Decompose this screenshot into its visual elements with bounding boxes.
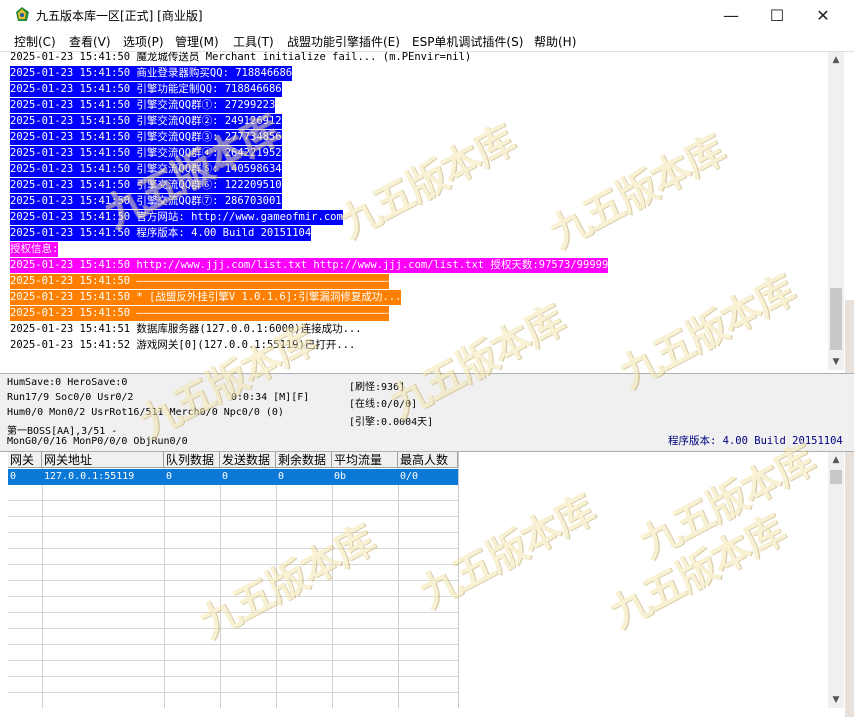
grid-cell[interactable]: 127.0.0.1:55119 <box>42 469 164 485</box>
grid-row-divider <box>8 516 458 517</box>
log-line: 授权信息: <box>10 242 59 257</box>
grid-scroll-down-icon[interactable]: ▼ <box>828 692 844 708</box>
log-line: 2025-01-23 15:41:50 引擎功能定制QQ: 718846686 <box>10 82 282 97</box>
grid-row-divider <box>8 692 458 693</box>
log-line: 2025-01-23 15:41:50 商业登录器购买QQ: 718846686 <box>10 66 293 81</box>
log-line: 2025-01-23 15:41:50 引擎交流QQ群⑤: 140598634 <box>10 162 282 177</box>
grid-col-divider <box>164 468 165 708</box>
grid-header-2[interactable]: 队列数据 <box>164 452 220 468</box>
close-icon: ✕ <box>816 6 830 25</box>
grid-cell[interactable]: 0 <box>164 469 220 485</box>
grid-row-divider <box>8 644 458 645</box>
grid-row-divider <box>8 612 458 613</box>
app-icon <box>16 7 29 21</box>
log-line: 2025-01-23 15:41:50 ————————————————————… <box>10 306 390 321</box>
maximize-button[interactable]: ☐ <box>754 0 800 31</box>
title-bar: 九五版本库一区[正式] [商业版] — ☐ ✕ <box>0 0 854 31</box>
grid-col-divider <box>220 468 221 708</box>
log-line: 2025-01-23 15:41:52 游戏网关[0](127.0.0.1:55… <box>10 339 356 351</box>
menu-control[interactable]: 控制(C) <box>14 33 56 50</box>
gateway-grid[interactable]: 网关 网关地址 队列数据 发送数据 剩余数据 平均流量 最高人数 0 127.0.0.1:551… <box>8 452 828 708</box>
log-line: 2025-01-23 15:41:50 程序版本: 4.00 Build 201… <box>10 226 312 241</box>
menu-view[interactable]: 查看(V) <box>69 33 111 50</box>
grid-col-divider <box>332 468 333 708</box>
grid-scrollbar[interactable]: ▲ ▼ <box>828 452 844 708</box>
status-timer: 0:0:34 [M][F] <box>231 392 310 403</box>
grid-row-divider <box>8 500 458 501</box>
grid-row-divider <box>8 628 458 629</box>
minimize-icon: — <box>723 6 739 25</box>
menu-engine-plugin[interactable]: 战盟功能引擎插件(E) <box>287 33 400 50</box>
log-line: 2025-01-23 15:41:50 引擎交流QQ群③: 277734856 <box>10 130 282 145</box>
grid-col-divider <box>398 468 399 708</box>
grid-row-divider <box>8 532 458 533</box>
log-line: 2025-01-23 15:41:50 官方网站: http://www.gam… <box>10 210 343 225</box>
status-boss: 第一BOSS[AA],3/51 - <box>7 426 118 437</box>
status-online: [在线:0/0/0] <box>349 399 418 410</box>
desktop-background-right <box>845 300 854 717</box>
status-engine: [引擎:0.0004天] <box>349 417 434 428</box>
log-line: 2025-01-23 15:41:50 引擎交流QQ群⑥: 122209510 <box>10 178 282 193</box>
grid-row-divider <box>8 580 458 581</box>
menu-options[interactable]: 选项(P) <box>123 33 164 50</box>
log-line: 2025-01-23 15:41:50 引擎交流QQ群②: 249126912 <box>10 114 282 129</box>
menu-tools[interactable]: 工具(T) <box>233 33 274 50</box>
grid-row-divider <box>8 548 458 549</box>
scroll-down-icon[interactable]: ▼ <box>828 354 844 370</box>
grid-header-0[interactable]: 网关 <box>8 452 42 468</box>
log-scrollbar[interactable]: ▲ ▼ <box>828 52 844 370</box>
grid-row-divider <box>8 564 458 565</box>
log-line: 2025-01-23 15:41:50 ————————————————————… <box>10 274 390 289</box>
status-version: 程序版本: 4.00 Build 20151104 <box>668 435 843 447</box>
grid-scroll-thumb[interactable] <box>830 470 842 484</box>
grid-cell[interactable]: 0b <box>332 469 398 485</box>
log-line: 2025-01-23 15:41:50 引擎交流QQ群①: 27299223 <box>10 98 276 113</box>
status-run: Run17/9 Soc0/0 Usr0/2 <box>7 392 134 403</box>
grid-cell[interactable]: 0/0 <box>398 469 458 485</box>
grid-col-divider <box>42 468 43 708</box>
grid-header-3[interactable]: 发送数据 <box>220 452 276 468</box>
grid-cell[interactable]: 0 <box>8 469 42 485</box>
grid-row-divider <box>8 596 458 597</box>
grid-header-4[interactable]: 剩余数据 <box>276 452 332 468</box>
close-button[interactable]: ✕ <box>800 0 846 31</box>
log-view[interactable]: 2025-01-23 15:41:50 魔龙城传送员 Merchant init… <box>6 52 828 370</box>
log-line: 2025-01-23 15:41:50 http://www.jjj.com/l… <box>10 258 609 273</box>
minimize-button[interactable]: — <box>708 0 754 31</box>
log-line: 2025-01-23 15:41:51 数据库服务器(127.0.0.1:600… <box>10 323 362 335</box>
menu-help[interactable]: 帮助(H) <box>534 33 576 50</box>
grid-header-1[interactable]: 网关地址 <box>42 452 164 468</box>
grid-header-6[interactable]: 最高人数 <box>398 452 458 468</box>
log-line: 2025-01-23 15:41:50 引擎交流QQ群⑦: 286703001 <box>10 194 282 209</box>
log-line: 2025-01-23 15:41:50 * [战盟反外挂引擎V 1.0.1.6]… <box>10 290 402 305</box>
grid-scroll-up-icon[interactable]: ▲ <box>828 452 844 468</box>
log-scroll-thumb[interactable] <box>830 288 842 350</box>
status-mon: MonG0/0/16 MonP0/0/0 ObjRun0/0 <box>7 436 188 447</box>
menu-bar: 控制(C) 查看(V) 选项(P) 管理(M) 工具(T) 战盟功能引擎插件(E… <box>0 31 854 52</box>
grid-col-divider <box>276 468 277 708</box>
grid-cell[interactable]: 0 <box>276 469 332 485</box>
status-refresh: [刷怪:936] <box>349 382 406 393</box>
grid-cell[interactable]: 0 <box>220 469 276 485</box>
menu-manage[interactable]: 管理(M) <box>175 33 219 50</box>
grid-header-5[interactable]: 平均流量 <box>332 452 398 468</box>
maximize-icon: ☐ <box>769 6 785 25</box>
grid-row-divider <box>8 660 458 661</box>
status-counts: Hum0/0 Mon0/2 UsrRot16/511 Merch0/0 Npc0… <box>7 407 284 418</box>
log-line: 2025-01-23 15:41:50 引擎交流QQ群④: 264221952 <box>10 146 282 161</box>
window-title: 九五版本库一区[正式] [商业版] <box>36 9 203 23</box>
scroll-up-icon[interactable]: ▲ <box>828 52 844 68</box>
menu-esp-plugin[interactable]: ESP单机调试插件(S) <box>412 33 523 50</box>
status-save: HumSave:0 HeroSave:0 <box>7 377 128 388</box>
log-line: 2025-01-23 15:41:50 魔龙城传送员 Merchant init… <box>10 52 472 63</box>
status-panel: HumSave:0 HeroSave:0 Run17/9 Soc0/0 Usr0… <box>0 373 854 452</box>
grid-row-divider <box>8 676 458 677</box>
